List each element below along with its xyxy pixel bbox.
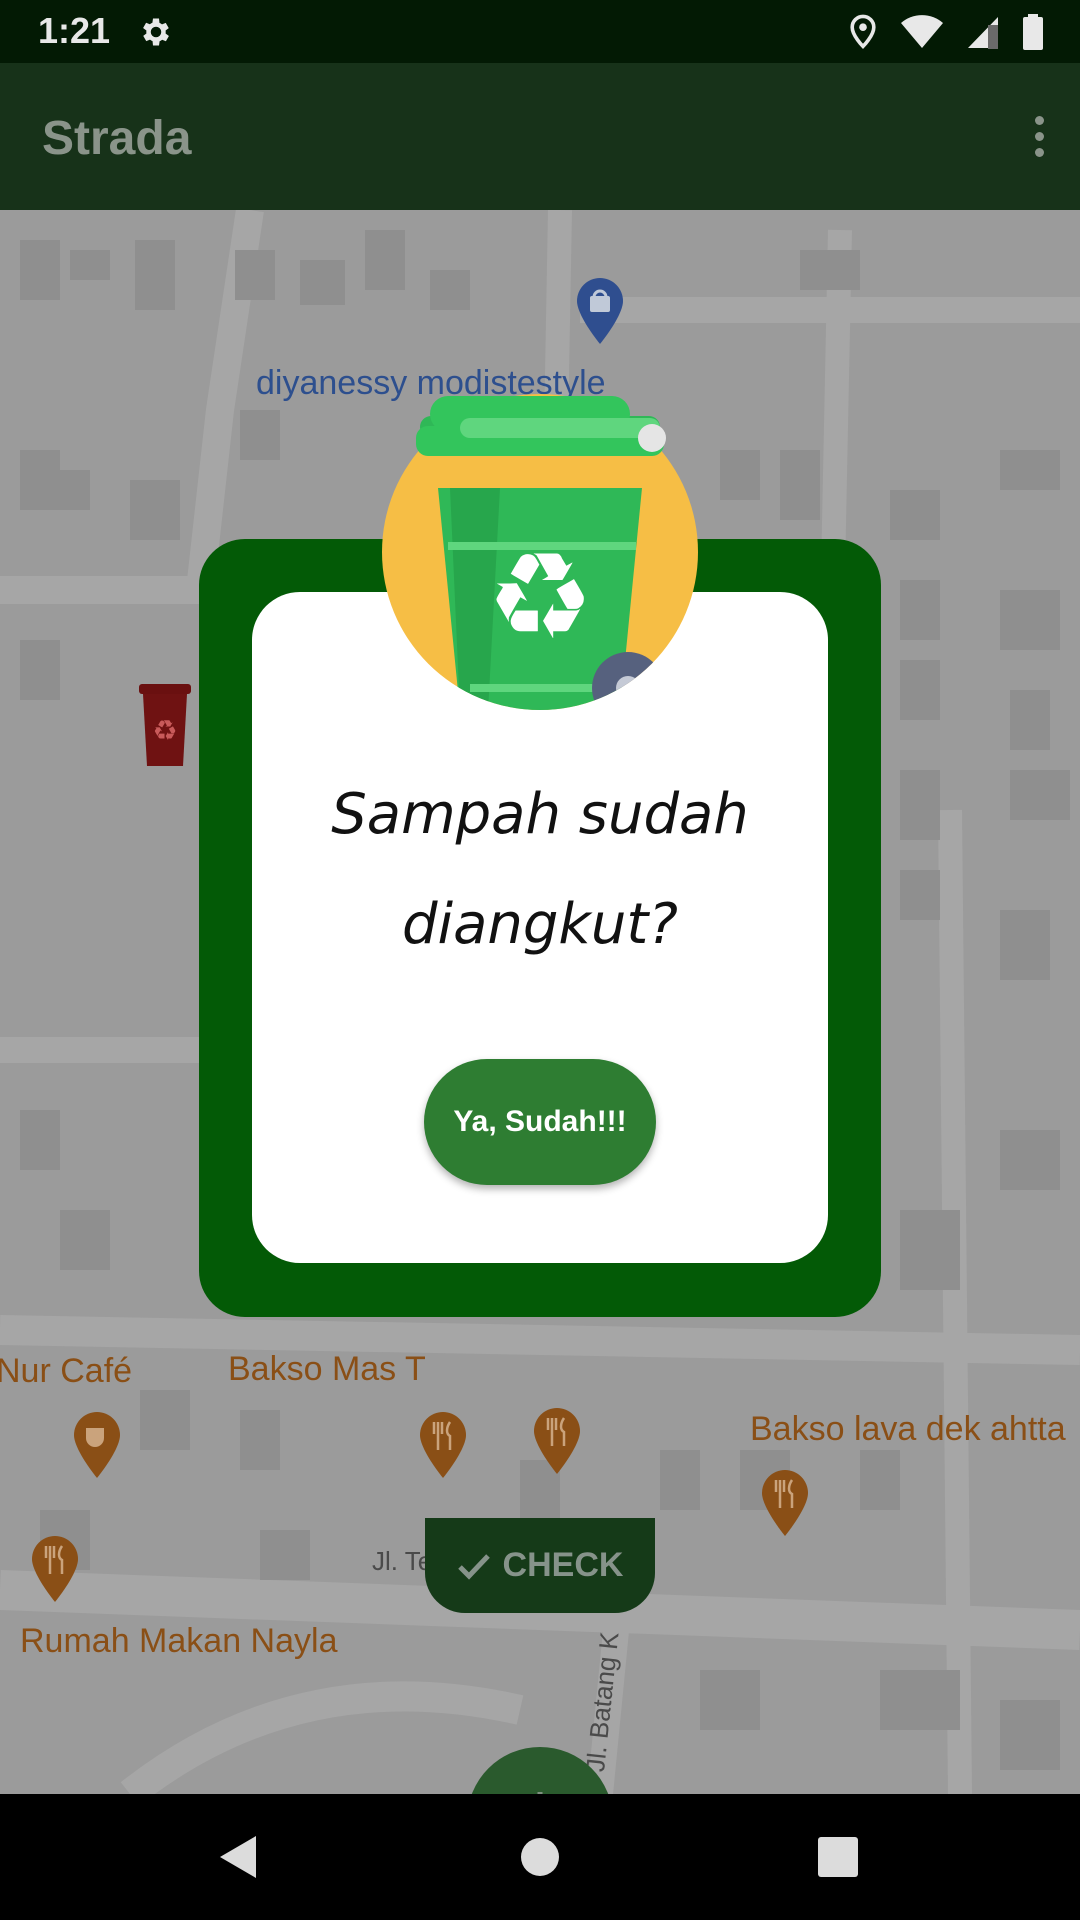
restaurant-pin-icon[interactable]	[532, 1406, 582, 1476]
dialog-question: Sampah sudah diangkut?	[331, 782, 749, 957]
restaurant-pin-icon[interactable]	[760, 1468, 810, 1538]
restaurant-pin-icon[interactable]	[418, 1410, 468, 1480]
check-button[interactable]: CHECK	[425, 1518, 655, 1613]
trash-bin-marker-icon[interactable]: ♻	[133, 680, 197, 770]
shopping-pin-icon[interactable]	[575, 276, 625, 346]
app-title: Strada	[42, 112, 192, 165]
navigation-bar	[0, 1794, 1080, 1920]
confirm-button[interactable]: Ya, Sudah!!!	[424, 1059, 656, 1185]
place-label[interactable]: Rumah Makan Nayla	[20, 1622, 337, 1661]
signal-icon	[968, 17, 998, 49]
svg-text:♻: ♻	[152, 714, 177, 747]
back-icon[interactable]	[216, 1834, 262, 1880]
svg-text:♻: ♻	[486, 528, 594, 667]
more-vert-icon[interactable]	[1024, 111, 1054, 165]
place-label[interactable]: Bakso Mas T	[228, 1350, 426, 1389]
recycle-bin-icon: ♻	[382, 394, 698, 710]
restaurant-pin-icon[interactable]	[30, 1534, 80, 1604]
wifi-icon	[901, 15, 943, 48]
location-icon	[850, 14, 876, 49]
recents-icon[interactable]	[815, 1834, 861, 1880]
status-bar: 1:21	[0, 0, 1080, 63]
place-label[interactable]: Bakso lava dek ahtta	[750, 1410, 1066, 1449]
gear-icon	[143, 18, 169, 46]
cafe-pin-icon[interactable]	[72, 1410, 122, 1480]
status-time: 1:21	[38, 10, 111, 51]
home-icon[interactable]	[517, 1834, 563, 1880]
checkmark-icon	[457, 1553, 490, 1580]
check-button-label: CHECK	[502, 1546, 624, 1584]
app-bar: Strada	[0, 63, 1080, 210]
battery-icon	[1023, 14, 1043, 50]
place-label[interactable]: Nur Café	[0, 1352, 132, 1391]
